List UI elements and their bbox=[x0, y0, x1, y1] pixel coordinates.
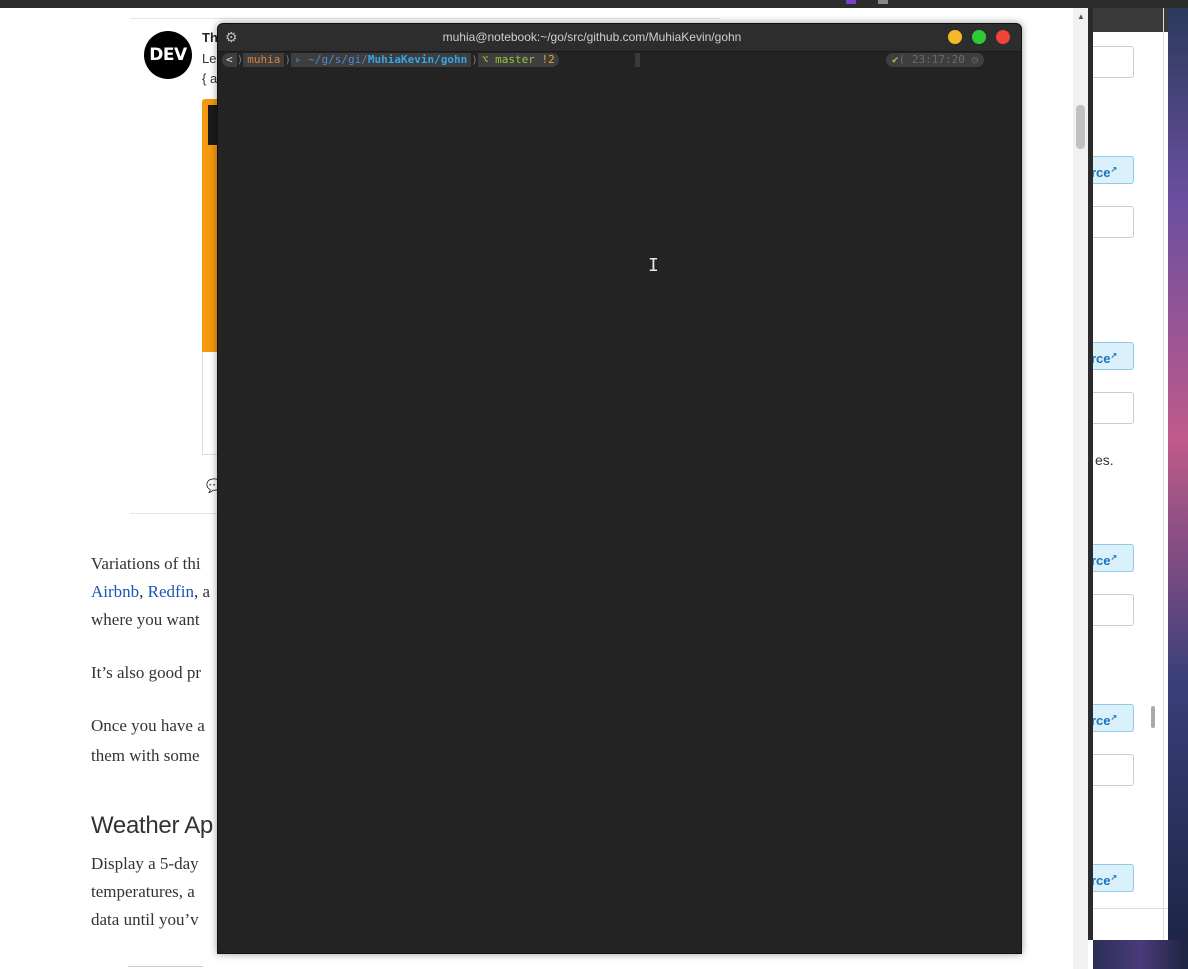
external-link-icon: ↗ bbox=[1110, 351, 1118, 360]
panel-field[interactable] bbox=[1093, 206, 1134, 238]
terminal-cursor bbox=[635, 53, 640, 67]
panel-divider bbox=[1093, 908, 1173, 909]
panel-field[interactable] bbox=[1093, 594, 1134, 626]
right-prompt: ✔( 23:17:20 ◷ bbox=[886, 53, 985, 67]
paragraph-line: It’s also good pr bbox=[91, 663, 202, 682]
path-prefix: ~/g/s/gi/ bbox=[308, 53, 368, 66]
os-icon: < bbox=[222, 53, 237, 67]
paragraph-line: where you want bbox=[91, 610, 200, 629]
source-button[interactable]: rce↗ bbox=[1093, 544, 1134, 572]
path-repo: MuhiaKevin/gohn bbox=[367, 53, 468, 66]
source-button-label: rce bbox=[1093, 873, 1111, 889]
prompt-user: muhia bbox=[243, 53, 285, 67]
panel-text: es. bbox=[1095, 452, 1114, 468]
paragraph-line: Variations of thi bbox=[91, 554, 201, 573]
embed-title[interactable]: Th bbox=[202, 30, 218, 45]
terminal-titlebar[interactable]: ⚙ muhia@notebook:~/go/src/github.com/Muh… bbox=[218, 24, 1021, 52]
external-link-icon: ↗ bbox=[1110, 713, 1118, 722]
source-button-label: rce bbox=[1093, 165, 1111, 181]
external-link-icon: ↗ bbox=[1110, 165, 1118, 174]
divider bbox=[128, 966, 203, 967]
prompt-time: 23:17:20 bbox=[911, 53, 965, 66]
source-button[interactable]: rce↗ bbox=[1093, 864, 1134, 892]
panel-scroll-thumb[interactable] bbox=[1151, 706, 1155, 728]
panel-field[interactable] bbox=[1093, 754, 1134, 786]
git-branch: master bbox=[495, 53, 535, 66]
page-scrollbar[interactable]: ▲ bbox=[1073, 8, 1088, 969]
section-heading: Weather Ap bbox=[91, 812, 213, 839]
paragraph-line: them with some bbox=[91, 746, 200, 765]
paragraph-line: data until you’v bbox=[91, 910, 199, 929]
git-icon: ⌥ bbox=[481, 53, 496, 66]
scroll-thumb[interactable] bbox=[1076, 105, 1085, 149]
source-button-label: rce bbox=[1093, 351, 1111, 367]
scroll-up-icon[interactable]: ▲ bbox=[1077, 12, 1085, 21]
link-redfin[interactable]: Redfin bbox=[148, 582, 194, 601]
panel-header bbox=[1093, 8, 1173, 32]
embed-subtitle: Le bbox=[202, 51, 217, 66]
source-button-label: rce bbox=[1093, 713, 1111, 729]
source-button[interactable]: rce↗ bbox=[1093, 342, 1134, 370]
source-button[interactable]: rce↗ bbox=[1093, 704, 1134, 732]
external-link-icon: ↗ bbox=[1110, 873, 1118, 882]
folder-icon: ▹ bbox=[295, 53, 309, 66]
git-status: !2 bbox=[541, 53, 555, 66]
source-button-label: rce bbox=[1093, 553, 1111, 569]
top-panel bbox=[0, 0, 1188, 8]
clock-icon: ◷ bbox=[971, 53, 979, 66]
close-button[interactable] bbox=[996, 30, 1010, 44]
paragraph-line: Display a 5-day bbox=[91, 854, 199, 873]
shell-prompt: <) muhia) ▹ ~/g/s/gi/MuhiaKevin/gohn) ⌥ mas… bbox=[222, 53, 559, 67]
paragraph-line: Airbnb, Redfin, a bbox=[91, 582, 210, 602]
desktop-wallpaper bbox=[1093, 940, 1188, 969]
link-airbnb[interactable]: Airbnb bbox=[91, 582, 139, 601]
panel-field[interactable] bbox=[1093, 392, 1134, 424]
source-button[interactable]: rce↗ bbox=[1093, 156, 1134, 184]
external-link-icon: ↗ bbox=[1110, 553, 1118, 562]
embed-subtitle-line2: { a bbox=[202, 71, 218, 86]
right-panel: rce↗ rce↗ es. rce↗ rce↗ rce↗ bbox=[1088, 8, 1173, 940]
prompt-git: ⌥ master !2 bbox=[477, 53, 559, 67]
window-title: muhia@notebook:~/go/src/github.com/Muhia… bbox=[442, 30, 742, 44]
panel-field[interactable] bbox=[1093, 46, 1134, 78]
minimize-button[interactable] bbox=[948, 30, 962, 44]
check-icon: ✔ bbox=[892, 53, 899, 66]
dev-logo[interactable]: DEV bbox=[144, 31, 192, 79]
prompt-path: ▹ ~/g/s/gi/MuhiaKevin/gohn bbox=[291, 53, 472, 67]
tray-icon[interactable] bbox=[846, 0, 856, 4]
paragraph-line: temperatures, a bbox=[91, 882, 195, 901]
desktop-wallpaper bbox=[1168, 8, 1188, 969]
separator: , bbox=[139, 582, 148, 601]
tray-icon[interactable] bbox=[878, 0, 888, 4]
terminal-window[interactable]: ⚙ muhia@notebook:~/go/src/github.com/Muh… bbox=[217, 23, 1022, 954]
text-cursor-icon: I bbox=[648, 255, 659, 276]
maximize-button[interactable] bbox=[972, 30, 986, 44]
paragraph-text: , a bbox=[193, 582, 210, 601]
panel-border bbox=[1163, 8, 1164, 940]
paragraph-line: Once you have a bbox=[91, 716, 205, 735]
